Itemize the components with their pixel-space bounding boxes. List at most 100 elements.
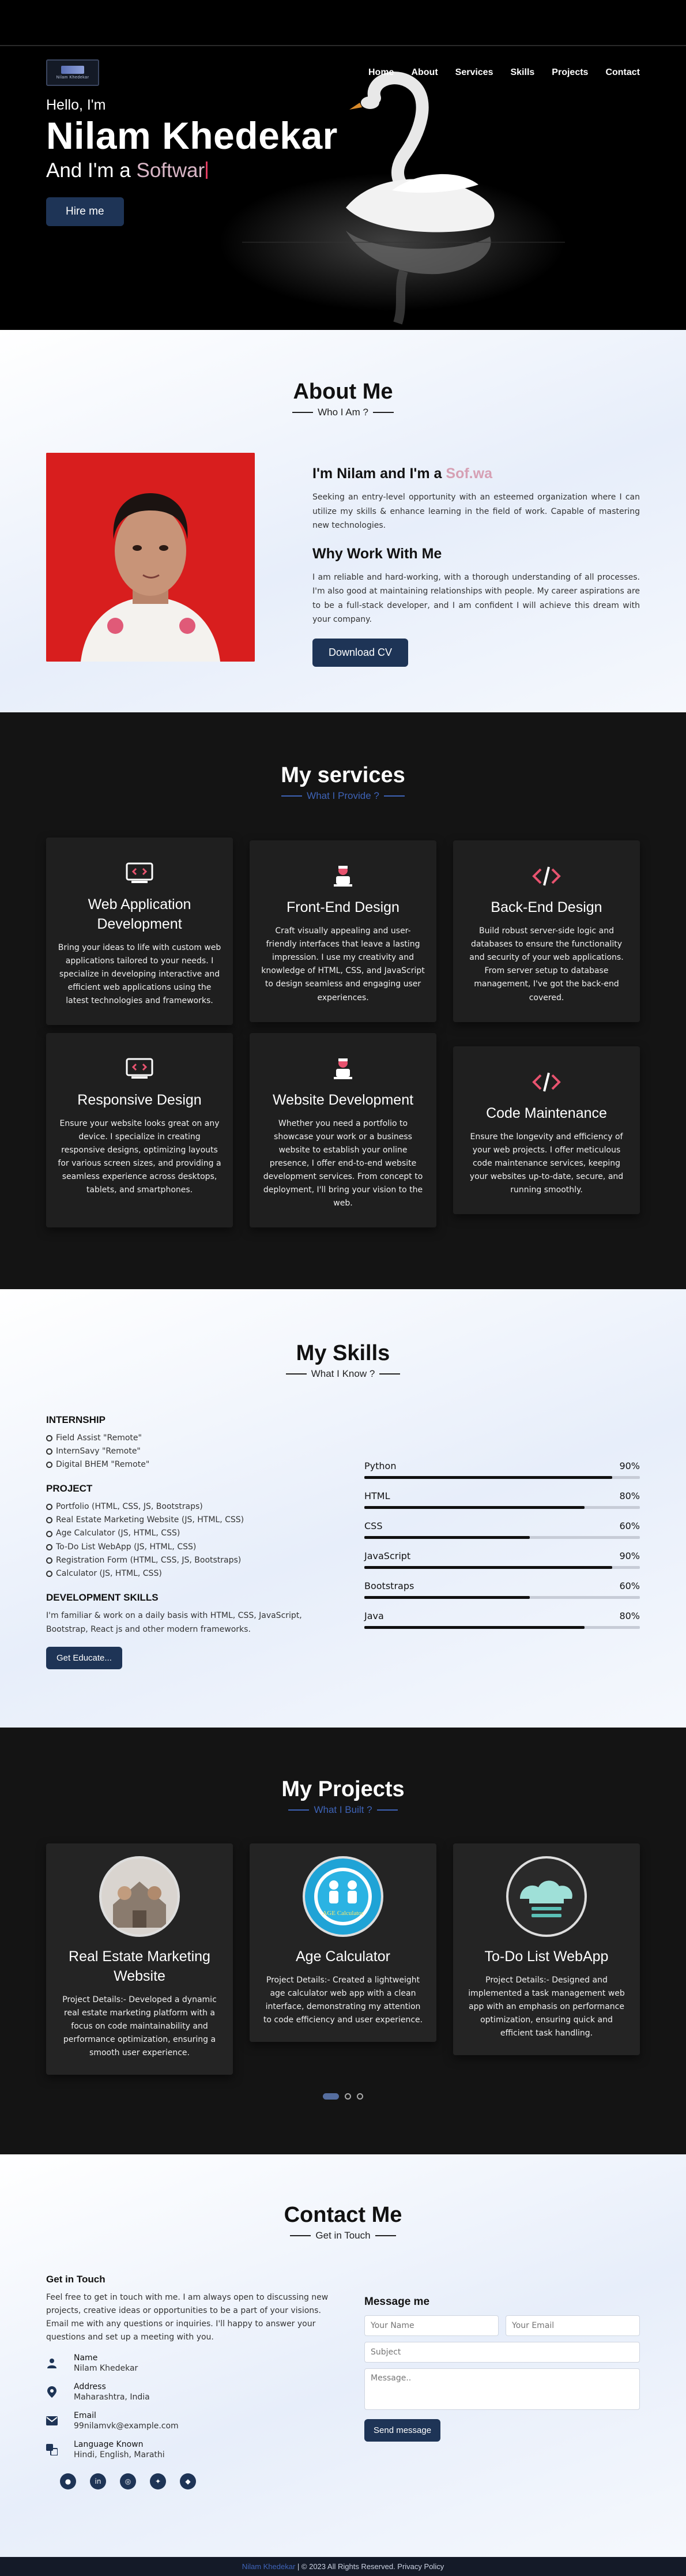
message-textarea[interactable] [364,2368,640,2410]
hire-me-button[interactable]: Hire me [46,197,124,227]
service-title: Web Application Development [88,896,191,932]
skill-percent: 90% [619,1460,640,1471]
about-subtitle: Who I Am ? [46,407,640,418]
nav-skills[interactable]: Skills [510,67,534,78]
contact-info-column: Get in Touch Feel free to get in touch w… [46,2274,334,2490]
typing-caret [206,162,208,179]
project-text: Project Details:- Developed a dynamic re… [62,1995,217,2057]
instagram-icon[interactable]: ◎ [120,2473,136,2490]
services-section: My services What I Provide ? Web Applica… [0,712,686,1289]
contact-subtitle: Get in Touch [46,2230,640,2241]
list-item-text: Digital BHEM "Remote" [56,1460,150,1470]
hero-greeting: Hello, I'm [46,97,106,113]
subject-input[interactable] [364,2342,640,2363]
skill-track [364,1476,640,1479]
nav-home[interactable]: Home [368,67,394,78]
services-grid: Web Application Development Bring your i… [46,838,640,1228]
code-window-icon [126,862,153,883]
nav-services[interactable]: Services [455,67,493,78]
circle-bullet-icon [46,1517,52,1524]
about-heading-typed: Sof.wa [446,465,492,482]
get-in-touch-text: Feel free to get in touch with me. I am … [46,2293,329,2342]
footer-brand-link[interactable]: Nilam Khedekar [242,2562,296,2571]
service-card: Back-End Design Build robust server-side… [453,840,640,1022]
github-icon[interactable]: ● [60,2473,76,2490]
list-item-text: To-Do List WebApp (JS, HTML, CSS) [56,1542,197,1552]
linkedin-icon[interactable]: in [90,2473,106,2490]
subtitle-line-left [292,412,314,413]
circle-bullet-icon [46,1435,52,1442]
skills-title: My Skills [296,1341,390,1365]
nav-contact[interactable]: Contact [605,67,640,78]
carousel-dot[interactable] [345,2093,351,2100]
name-input[interactable] [364,2315,499,2336]
services-subtitle-text: What I Provide ? [307,790,379,801]
skill-bars: Python 90% HTML 80% CSS 60% JavaScript 90% Boots… [364,1414,640,1669]
service-title: Front-End Design [287,899,399,916]
list-item-text: Portfolio (HTML, CSS, JS, Bootstraps) [56,1502,203,1512]
info-value: Nilam Khedekar [74,2364,138,2374]
about-title: About Me [293,380,393,404]
service-title: Back-End Design [491,899,602,916]
skill-bar: CSS 60% [364,1520,640,1539]
site-logo[interactable]: Nilam Khedekar [46,59,99,86]
services-subtitle: What I Provide ? [46,790,640,802]
list-item-text: Calculator (JS, HTML, CSS) [56,1568,162,1578]
circle-bullet-icon [46,1530,52,1537]
internship-list: Field Assist "Remote" InternSavy "Remote… [46,1432,334,1471]
projects-subtitle: What I Built ? [46,1804,640,1816]
projects-carousel: Real Estate Marketing Website Project De… [46,1843,640,2075]
skill-track [364,1566,640,1569]
project-card[interactable]: To-Do List WebApp Project Details:- Desi… [453,1843,640,2056]
contact-title: Contact Me [284,2203,402,2227]
project-card[interactable]: Real Estate Marketing Website Project De… [46,1843,233,2075]
subtitle-line-left [290,2235,311,2236]
info-value[interactable]: 99nilamvk@example.com [74,2421,179,2431]
project-title: PROJECT [46,1483,93,1494]
project-card[interactable]: AGE Calculator Age Calculator Project De… [250,1843,436,2042]
skill-bar: JavaScript 90% [364,1550,640,1569]
hero-section: Nilam Khedekar Home About Services Skill… [0,0,686,330]
skill-track [364,1626,640,1629]
skill-fill [364,1476,613,1479]
nav-about[interactable]: About [411,67,438,78]
hero-name: Nilam Khedekar [46,114,338,157]
service-card: Responsive Design Ensure your website lo… [46,1032,233,1228]
carousel-dot[interactable] [357,2093,363,2100]
carousel-dot-active[interactable] [323,2093,339,2100]
get-in-touch-title: Get in Touch [46,2274,105,2285]
email-input[interactable] [506,2315,640,2336]
list-item: To-Do List WebApp (JS, HTML, CSS) [46,1541,334,1554]
download-cv-button[interactable]: Download CV [312,638,409,667]
list-item-text: Real Estate Marketing Website (JS, HTML,… [56,1515,244,1525]
skills-subtitle-text: What I Know ? [311,1368,375,1379]
codepen-icon[interactable]: ◆ [180,2473,196,2490]
nav-projects[interactable]: Projects [552,67,588,78]
about-intro: Seeking an entry-level opportunity with … [312,493,640,530]
hero-role-prefix: And I'm a [46,159,131,182]
service-title: Code Maintenance [486,1105,607,1122]
send-message-button[interactable]: Send message [364,2419,441,2442]
nav-menu: Home About Services Skills Projects Cont… [368,67,640,78]
skill-percent: 90% [619,1550,640,1561]
skill-fill [364,1536,530,1539]
info-key: Address [74,2382,106,2392]
skill-bar: HTML 80% [364,1490,640,1509]
skills-left-column: INTERNSHIP Field Assist "Remote" InternS… [46,1414,334,1670]
project-thumbnail: AGE Calculator [303,1856,383,1937]
about-heading: I'm Nilam and I'm a Sof.wa [312,465,640,482]
list-item-text: InternSavy "Remote" [56,1447,141,1456]
get-educate-button[interactable]: Get Educate... [46,1647,122,1670]
contact-form: Message me Send message [364,2274,640,2489]
contact-language: Language Known Hindi, English, Marathi [46,2440,334,2459]
envelope-icon [46,2416,58,2426]
projects-subtitle-text: What I Built ? [314,1804,372,1815]
circle-bullet-icon [46,1462,52,1469]
subtitle-line-right [375,2235,396,2236]
subtitle-line-left [288,1809,310,1811]
twitter-icon[interactable]: ✦ [150,2473,166,2490]
about-subtitle-text: Who I Am ? [318,407,368,418]
skill-percent: 60% [619,1520,640,1531]
profile-photo [46,453,255,662]
footer-copyright: | © 2023 All Rights Reserved. Privacy Po… [297,2562,444,2571]
